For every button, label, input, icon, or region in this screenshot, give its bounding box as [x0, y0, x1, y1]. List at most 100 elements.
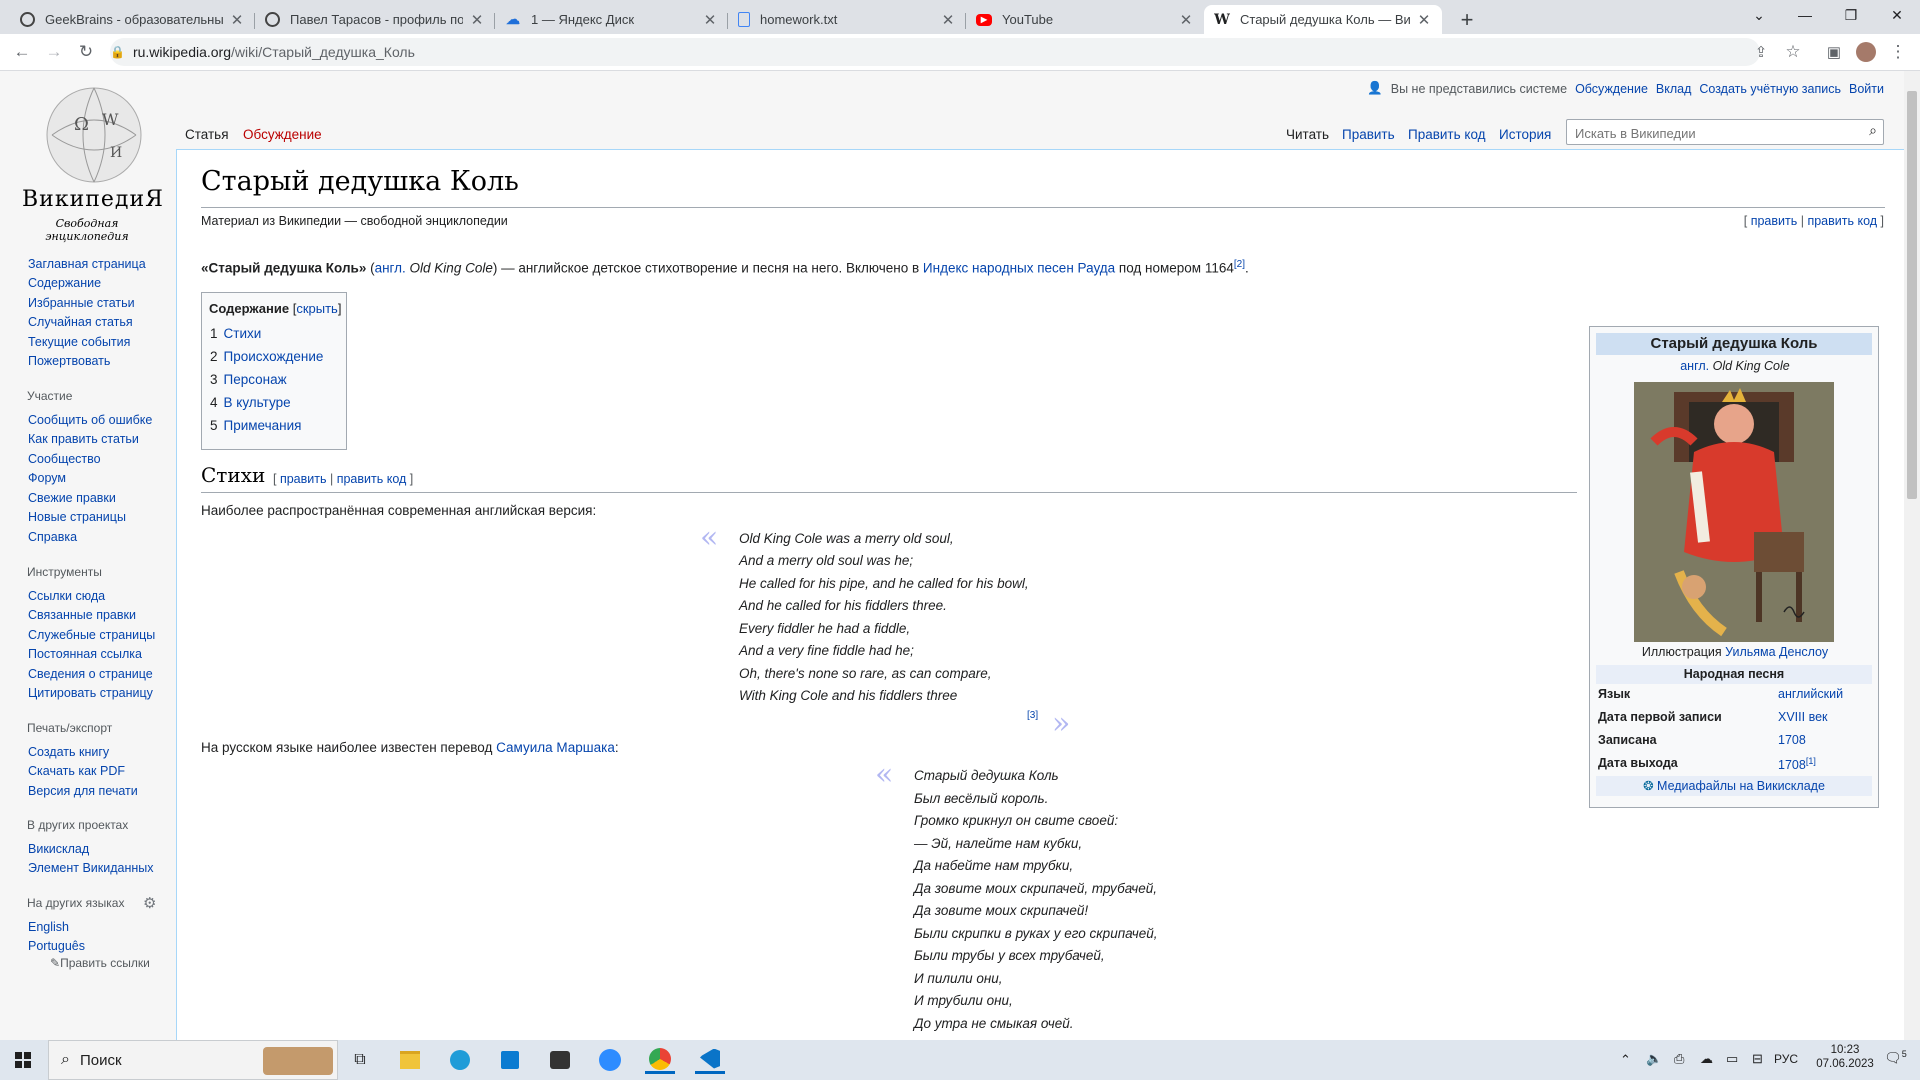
- search-input[interactable]: [1573, 123, 1847, 143]
- close-icon[interactable]: ✕: [702, 11, 718, 29]
- sidebar-item-forum[interactable]: Форум: [28, 471, 66, 485]
- maximize-button[interactable]: ❐: [1828, 0, 1874, 30]
- reference-link[interactable]: [1]: [1806, 756, 1816, 766]
- input-language[interactable]: РУС: [1774, 1052, 1798, 1066]
- profile-avatar[interactable]: [1854, 40, 1878, 64]
- clock[interactable]: 10:23 07.06.2023: [1810, 1044, 1880, 1070]
- gear-icon[interactable]: ⚙: [143, 894, 156, 912]
- close-icon[interactable]: ✕: [1416, 11, 1432, 29]
- tray-chevron-icon[interactable]: ⌃: [1620, 1052, 1631, 1068]
- sidebar-item-printable[interactable]: Версия для печати: [28, 784, 138, 798]
- sidebar-item-commons[interactable]: Викисклад: [28, 842, 89, 856]
- sidebar-item-create-book[interactable]: Создать книгу: [28, 745, 109, 759]
- tab-article[interactable]: Статья: [185, 127, 229, 142]
- lang-link[interactable]: англ.: [1680, 359, 1709, 373]
- infobox-image[interactable]: [1634, 382, 1834, 642]
- create-account-link[interactable]: Создать учётную запись: [1699, 82, 1841, 96]
- sidebar-item-download-pdf[interactable]: Скачать как PDF: [28, 764, 125, 778]
- sidebar-item-contents[interactable]: Содержание: [28, 276, 101, 290]
- zoom-icon[interactable]: [595, 1046, 625, 1074]
- sidebar-item-help[interactable]: Справка: [28, 530, 77, 544]
- store-icon[interactable]: [495, 1046, 525, 1074]
- page-scrollbar[interactable]: [1904, 71, 1920, 1040]
- sidebar-item-report-error[interactable]: Сообщить об ошибке: [28, 413, 152, 427]
- browser-tab[interactable]: GeekBrains - образовательный п ✕: [10, 5, 255, 34]
- sidebar-item-permalink[interactable]: Постоянная ссылка: [28, 647, 142, 661]
- edit-links[interactable]: ✎Править ссылки: [50, 956, 150, 970]
- page-edit-source-link[interactable]: править код: [1807, 214, 1877, 228]
- close-icon[interactable]: ✕: [229, 11, 245, 29]
- cloud-icon[interactable]: ☁: [1700, 1051, 1713, 1067]
- camera-icon[interactable]: ⎙: [1674, 1051, 1684, 1067]
- browser-tab[interactable]: ▶ YouTube ✕: [966, 5, 1204, 34]
- edge-icon[interactable]: [445, 1046, 475, 1074]
- close-icon[interactable]: ✕: [940, 11, 956, 29]
- sidebar-item-random[interactable]: Случайная статья: [28, 315, 133, 329]
- sidebar-item-community[interactable]: Сообщество: [28, 452, 101, 466]
- denslow-link[interactable]: Уильяма Денслоу: [1725, 645, 1828, 659]
- section-edit-source-link[interactable]: править код: [337, 472, 407, 486]
- toc-item[interactable]: 1 Стихи: [210, 326, 261, 341]
- section-edit-link[interactable]: править: [280, 472, 327, 486]
- tab-read[interactable]: Читать: [1286, 127, 1329, 142]
- bookmark-star-icon[interactable]: ☆: [1781, 40, 1805, 64]
- sidebar-item-main-page[interactable]: Заглавная страница: [28, 257, 146, 271]
- file-explorer-icon[interactable]: [395, 1046, 425, 1074]
- menu-icon[interactable]: ⋮: [1886, 40, 1910, 64]
- taskbar-search[interactable]: ⌕ Поиск: [48, 1040, 338, 1080]
- sidebar-item-lang-english[interactable]: English: [28, 920, 69, 934]
- infobox-value[interactable]: 1708: [1778, 733, 1806, 747]
- browser-tab-active[interactable]: W Старый дедушка Коль — Википе ✕: [1204, 5, 1442, 34]
- forward-button[interactable]: →: [42, 40, 66, 64]
- sidebar-item-cite[interactable]: Цитировать страницу: [28, 686, 153, 700]
- page-edit-link[interactable]: править: [1751, 214, 1798, 228]
- terminal-icon[interactable]: [545, 1046, 575, 1074]
- sidebar-item-lang-portuguese[interactable]: Português: [28, 939, 85, 953]
- reference-link[interactable]: [2]: [1234, 259, 1245, 270]
- address-bar[interactable]: 🔒 ru.wikipedia.org/wiki/Старый_дедушка_К…: [110, 38, 1760, 66]
- task-view-icon[interactable]: ⧉: [345, 1046, 375, 1074]
- windows-start-icon[interactable]: [8, 1046, 38, 1074]
- infobox-value[interactable]: XVIII век: [1778, 710, 1828, 724]
- share-icon[interactable]: ⇪: [1749, 40, 1773, 64]
- vscode-icon[interactable]: [695, 1046, 725, 1074]
- scrollbar-thumb[interactable]: [1907, 91, 1917, 499]
- search-icon[interactable]: ⌕: [1869, 122, 1877, 139]
- new-tab-button[interactable]: +: [1452, 5, 1482, 34]
- tab-edit[interactable]: Править: [1342, 127, 1395, 142]
- sidebar-item-how-to-edit[interactable]: Как править статьи: [28, 432, 139, 446]
- wikipedia-logo[interactable]: Ω W И ВикипедиЯ Свободная энциклопедия: [22, 85, 163, 243]
- close-window-button[interactable]: ✕: [1874, 0, 1920, 30]
- sidebar-item-recent-changes[interactable]: Свежие правки: [28, 491, 116, 505]
- browser-tab[interactable]: homework.txt ✕: [728, 5, 966, 34]
- sidebar-item-page-info[interactable]: Сведения о странице: [28, 667, 153, 681]
- personal-talk-link[interactable]: Обсуждение: [1575, 82, 1648, 96]
- tab-edit-source[interactable]: Править код: [1408, 127, 1486, 142]
- toc-item[interactable]: 3 Персонаж: [210, 372, 287, 387]
- close-icon[interactable]: ✕: [1178, 11, 1194, 29]
- toc-hide-toggle[interactable]: скрыть: [296, 301, 338, 316]
- side-panel-icon[interactable]: ▣: [1822, 40, 1846, 64]
- minimize-button[interactable]: —: [1782, 0, 1828, 30]
- close-icon[interactable]: ✕: [469, 11, 485, 29]
- marshak-link[interactable]: Самуила Маршака: [496, 740, 615, 755]
- reference-link[interactable]: [3]: [1027, 710, 1038, 721]
- network-icon[interactable]: ⊟: [1752, 1051, 1763, 1067]
- toc-item[interactable]: 5 Примечания: [210, 418, 301, 433]
- infobox-value[interactable]: 1708: [1778, 758, 1806, 772]
- commons-link-row[interactable]: ❂ Медиафайлы на Викискладе: [1596, 776, 1872, 796]
- reload-button[interactable]: ↻: [74, 40, 98, 64]
- battery-icon[interactable]: ▭: [1726, 1051, 1738, 1067]
- sidebar-item-new-pages[interactable]: Новые страницы: [28, 510, 126, 524]
- toc-item[interactable]: 4 В культуре: [210, 395, 291, 410]
- tab-search-icon[interactable]: ⌄: [1736, 0, 1782, 30]
- roud-index-link[interactable]: Индекс народных песен Рауда: [923, 261, 1115, 276]
- volume-icon[interactable]: 🔈: [1646, 1051, 1662, 1067]
- chrome-icon[interactable]: [645, 1046, 675, 1074]
- sidebar-item-featured[interactable]: Избранные статьи: [28, 296, 135, 310]
- infobox-value[interactable]: английский: [1778, 687, 1843, 701]
- login-link[interactable]: Войти: [1849, 82, 1884, 96]
- sidebar-item-related-changes[interactable]: Связанные правки: [28, 608, 136, 622]
- toc-item[interactable]: 2 Происхождение: [210, 349, 323, 364]
- personal-contribs-link[interactable]: Вклад: [1656, 82, 1692, 96]
